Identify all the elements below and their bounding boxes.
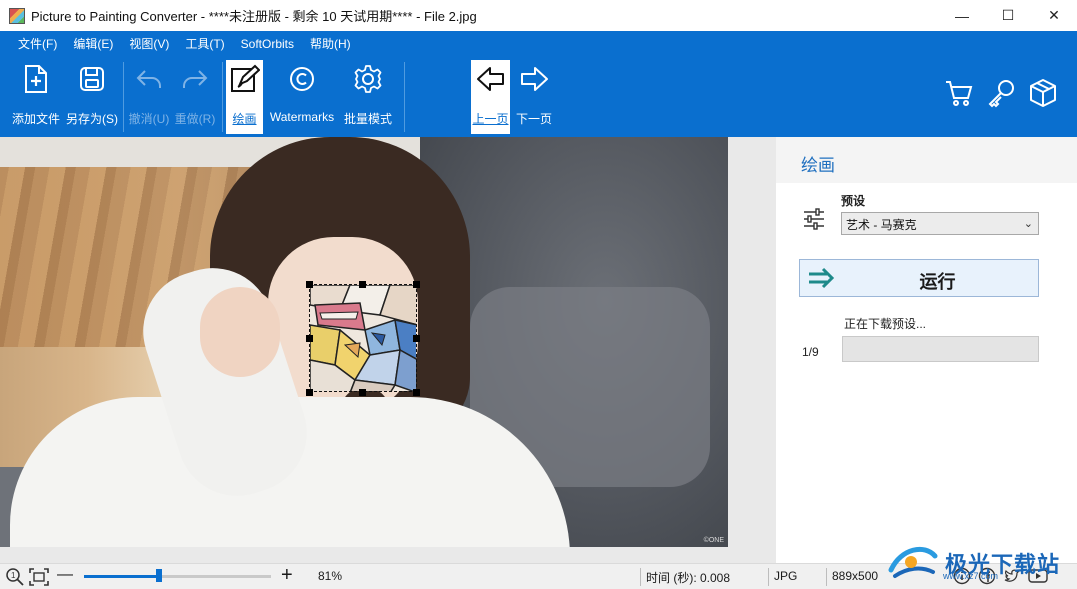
redo-button[interactable]: 重做(R)	[172, 60, 218, 134]
cart-icon[interactable]	[944, 78, 974, 111]
zoom-slider-thumb[interactable]	[155, 569, 162, 582]
prev-page-button[interactable]: 上一页	[471, 60, 510, 134]
minimize-button[interactable]: —	[939, 0, 985, 31]
menu-view[interactable]: 视图(V)	[129, 35, 169, 52]
zoom-in-icon[interactable]: +	[281, 564, 293, 587]
zoom-out-icon[interactable]: —	[57, 566, 73, 584]
preset-dropdown[interactable]: 艺术 - 马赛克 ⌄	[841, 212, 1039, 235]
arrow-left-icon	[476, 60, 506, 98]
svg-text:1: 1	[11, 571, 16, 580]
redo-label: 重做(R)	[174, 112, 216, 126]
paint-icon	[230, 60, 260, 98]
gear-icon	[353, 60, 383, 98]
close-button[interactable]: ✕	[1031, 0, 1077, 31]
prev-page-label: 上一页	[472, 112, 509, 126]
undo-button[interactable]: 撤消(U)	[126, 60, 172, 134]
watermarks-button[interactable]: Watermarks	[266, 60, 338, 134]
maximize-button[interactable]: ☐	[985, 0, 1031, 31]
status-divider	[768, 568, 769, 586]
menu-help[interactable]: 帮助(H)	[310, 35, 351, 52]
selection-handle[interactable]	[413, 389, 420, 396]
copyright-icon	[288, 60, 316, 98]
toolbar-divider	[123, 62, 124, 132]
panel-title: 绘画	[801, 156, 835, 175]
key-icon[interactable]	[986, 78, 1016, 111]
zoom-actual-icon[interactable]: 1	[5, 567, 25, 589]
window-controls: — ☐ ✕	[939, 0, 1077, 31]
title-bar: Picture to Painting Converter - ****未注册版…	[0, 0, 1077, 31]
selection-handle[interactable]	[413, 335, 420, 342]
selection-handle[interactable]	[413, 281, 420, 288]
menu-file[interactable]: 文件(F)	[18, 35, 57, 52]
download-progress-bar	[842, 336, 1039, 362]
preset-value: 艺术 - 马赛克	[846, 218, 917, 232]
arrow-right-icon	[519, 60, 549, 98]
batch-mode-button[interactable]: 批量模式	[342, 60, 394, 134]
app-icon	[9, 7, 25, 24]
batch-mode-label: 批量模式	[343, 112, 392, 126]
zoom-slider[interactable]	[84, 575, 271, 578]
status-divider	[640, 568, 641, 586]
box-icon[interactable]	[1028, 78, 1058, 111]
image-canvas[interactable]: ©ONE	[0, 137, 776, 563]
paint-label: 绘画	[232, 112, 257, 126]
add-file-label: 添加文件	[11, 112, 60, 126]
preset-label: 预设	[841, 194, 866, 208]
chevron-down-icon: ⌄	[1023, 218, 1033, 230]
fit-screen-icon[interactable]	[28, 567, 50, 589]
zoom-level: 81%	[318, 569, 343, 583]
run-button[interactable]: 运行	[799, 259, 1039, 297]
brand-logo-icon	[885, 540, 939, 587]
window-title: Picture to Painting Converter - ****未注册版…	[31, 9, 477, 24]
next-page-button[interactable]: 下一页	[513, 60, 555, 134]
undo-label: 撤消(U)	[128, 112, 170, 126]
panel-header: 绘画	[776, 137, 1077, 183]
download-status: 正在下载预设...	[844, 317, 927, 331]
progress-count: 1/9	[802, 345, 819, 359]
image-dimensions: 889x500	[832, 569, 879, 583]
brand-url: www.xz7.com	[943, 571, 999, 581]
processing-time: 时间 (秒): 0.008	[646, 571, 731, 585]
selection-handle[interactable]	[359, 389, 366, 396]
effect-preview-region[interactable]	[309, 284, 417, 392]
sliders-icon	[802, 207, 826, 234]
menu-softorbits[interactable]: SoftOrbits	[241, 37, 294, 51]
add-file-button[interactable]: 添加文件	[8, 60, 64, 134]
undo-icon	[135, 60, 163, 98]
settings-panel: 绘画 预设 艺术 - 马赛克 ⌄ 运行 正在下载预设... 1/9	[776, 137, 1077, 563]
save-icon	[79, 60, 105, 98]
run-label: 运行	[919, 272, 956, 292]
zoom-slider-fill	[84, 575, 159, 578]
toolbar-right-group	[944, 78, 1058, 111]
image-format: JPG	[774, 569, 798, 583]
toolbar-divider	[222, 62, 223, 132]
menu-edit[interactable]: 编辑(E)	[73, 35, 113, 52]
save-as-label: 另存为(S)	[66, 112, 118, 126]
save-as-button[interactable]: 另存为(S)	[64, 60, 120, 134]
selection-handle[interactable]	[306, 335, 313, 342]
selection-handle[interactable]	[306, 389, 313, 396]
toolbar: 添加文件 另存为(S) 撤消(U) 重做(R) 绘画 Watermarks 批量…	[0, 56, 1077, 137]
status-divider	[826, 568, 827, 586]
site-watermark: 极光下载站 www.xz7.com	[885, 537, 1077, 589]
menu-bar: 文件(F) 编辑(E) 视图(V) 工具(T) SoftOrbits 帮助(H)	[0, 31, 1077, 56]
selection-handle[interactable]	[359, 281, 366, 288]
watermarks-label: Watermarks	[269, 110, 335, 124]
add-file-icon	[23, 60, 49, 98]
redo-icon	[181, 60, 209, 98]
toolbar-divider	[404, 62, 405, 132]
next-page-label: 下一页	[515, 112, 552, 126]
selection-handle[interactable]	[306, 281, 313, 288]
image-watermark: ©ONE	[703, 537, 724, 544]
paint-button[interactable]: 绘画	[226, 60, 263, 134]
menu-tools[interactable]: 工具(T)	[185, 35, 224, 52]
